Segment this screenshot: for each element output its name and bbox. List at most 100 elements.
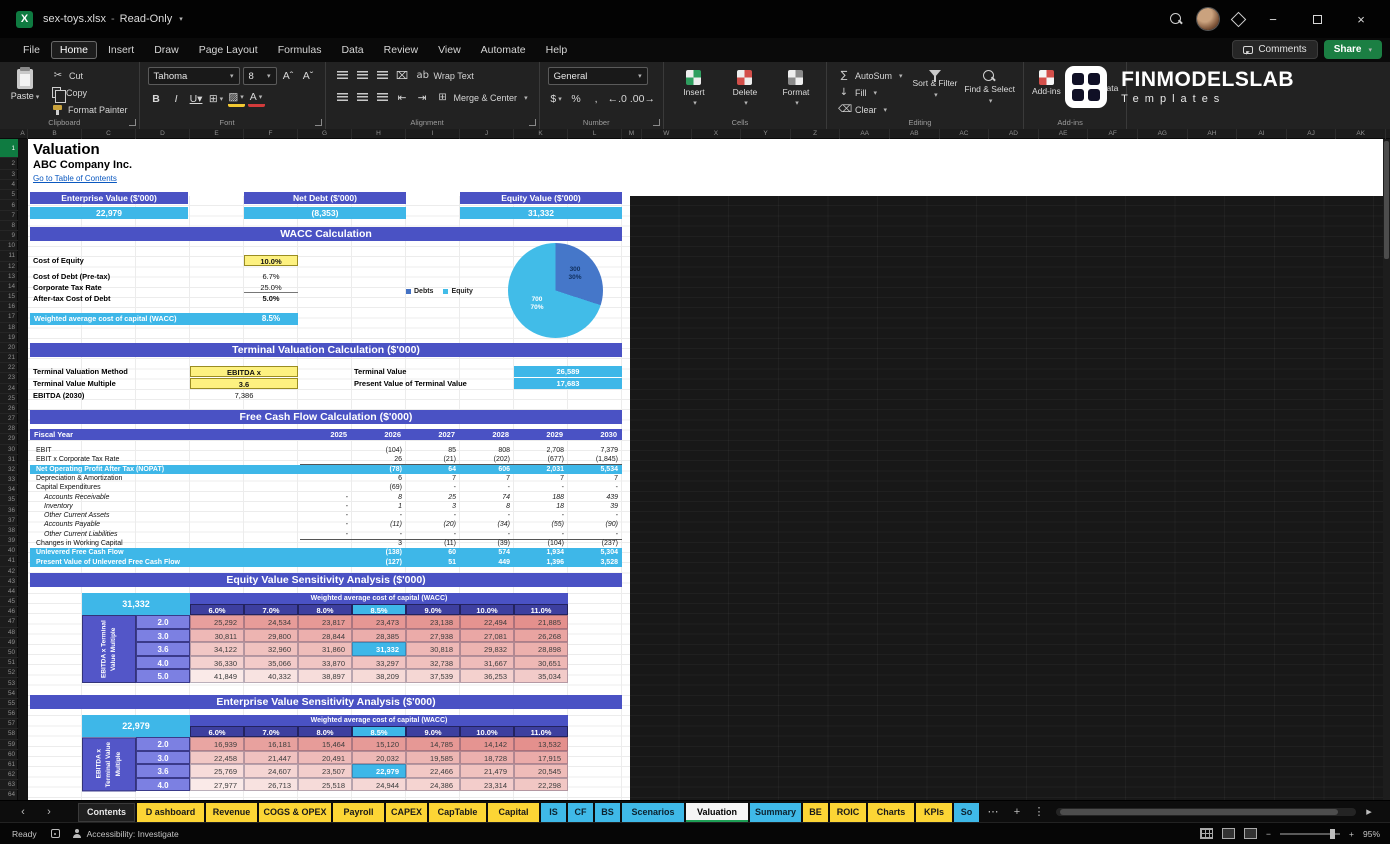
equity-sens-cell[interactable]: 34,122: [190, 642, 244, 656]
tabbar-menu-icon[interactable]: ⋮: [1030, 803, 1048, 822]
equity-sens-cell[interactable]: 36,330: [190, 656, 244, 670]
fcf-value[interactable]: (90): [570, 520, 618, 529]
fcf-value[interactable]: -: [408, 511, 456, 520]
enterprise-sens-cell[interactable]: 17,915: [514, 751, 568, 765]
enterprise-sens-cell[interactable]: 22,458: [190, 751, 244, 765]
enterprise-sens-cell[interactable]: 22,298: [514, 778, 568, 792]
equity-sens-cell[interactable]: 31,332: [352, 642, 406, 656]
equity-sens-cell[interactable]: 21,885: [514, 615, 568, 629]
fcf-value[interactable]: 3,528: [570, 558, 618, 567]
equity-sens-cell[interactable]: 31,667: [460, 656, 514, 670]
fcf-value[interactable]: (104): [354, 446, 402, 455]
tabs-scroll-left-icon[interactable]: ‹: [14, 803, 32, 822]
enterprise-sens-cell[interactable]: 21,447: [244, 751, 298, 765]
equity-sens-cell[interactable]: 30,811: [190, 629, 244, 643]
equity-sens-cell[interactable]: 32,738: [406, 656, 460, 670]
fcf-value[interactable]: 7: [462, 474, 510, 483]
enterprise-sens-cell[interactable]: 20,545: [514, 764, 568, 778]
fcf-value[interactable]: 1: [354, 502, 402, 511]
fcf-value[interactable]: (34): [462, 520, 510, 529]
equity-sens-cell[interactable]: 41,849: [190, 669, 244, 683]
sheet-tab-cogs-opex[interactable]: COGS & OPEX: [259, 803, 331, 822]
enterprise-sens-cell[interactable]: 21,479: [460, 764, 514, 778]
equity-sens-cell[interactable]: 38,209: [352, 669, 406, 683]
terminal-value-present-value-of-terminal-value[interactable]: 17,683: [514, 378, 622, 389]
fcf-value[interactable]: (69): [354, 483, 402, 492]
fcf-value[interactable]: 74: [462, 493, 510, 502]
enterprise-sens-cell[interactable]: 22,979: [352, 764, 406, 778]
equity-sens-cell[interactable]: 36,253: [460, 669, 514, 683]
wacc-value-cost-of-debt-pre-tax[interactable]: 6.7%: [244, 271, 298, 282]
sheet-tab-revenue[interactable]: Revenue: [206, 803, 257, 822]
fcf-value[interactable]: -: [300, 520, 348, 529]
fcf-value[interactable]: 7,379: [570, 446, 618, 455]
normal-view-button[interactable]: [1200, 828, 1213, 839]
wacc-pie-chart[interactable]: [508, 243, 603, 338]
fcf-value[interactable]: 3: [354, 539, 402, 548]
new-sheet-button[interactable]: +: [1008, 803, 1026, 822]
tabs-overflow-icon[interactable]: ⋯: [984, 803, 1002, 822]
fcf-value[interactable]: 2,708: [516, 446, 564, 455]
fcf-value[interactable]: 51: [408, 558, 456, 567]
enterprise-sens-cell[interactable]: 20,491: [298, 751, 352, 765]
enterprise-sens-cell[interactable]: 27,977: [190, 778, 244, 792]
fcf-value[interactable]: 574: [462, 548, 510, 557]
equity-sens-cell[interactable]: 28,844: [298, 629, 352, 643]
fcf-value[interactable]: (20): [408, 520, 456, 529]
sheet-tab-contents[interactable]: Contents: [78, 803, 135, 822]
sheet-tab-valuation[interactable]: Valuation: [686, 803, 748, 822]
enterprise-sens-cell[interactable]: 24,386: [406, 778, 460, 792]
enterprise-sens-cell[interactable]: 15,120: [352, 737, 406, 751]
fcf-value[interactable]: 8: [354, 493, 402, 502]
fcf-value[interactable]: 808: [462, 446, 510, 455]
sheet-tab-d-ashboard[interactable]: D ashboard: [137, 803, 204, 822]
fcf-value[interactable]: (11): [408, 539, 456, 548]
enterprise-sens-cell[interactable]: 22,466: [406, 764, 460, 778]
fcf-value[interactable]: -: [300, 511, 348, 520]
fcf-value[interactable]: (78): [354, 465, 402, 474]
fcf-value[interactable]: 439: [570, 493, 618, 502]
enterprise-sens-cell[interactable]: 24,944: [352, 778, 406, 792]
fcf-value[interactable]: -: [300, 502, 348, 511]
fcf-value[interactable]: -: [516, 483, 564, 492]
equity-sens-cell[interactable]: 33,870: [298, 656, 352, 670]
toc-link[interactable]: Go to Table of Contents: [33, 174, 117, 183]
equity-sens-cell[interactable]: 28,385: [352, 629, 406, 643]
zoom-out-button[interactable]: −: [1266, 829, 1271, 839]
page-layout-view-button[interactable]: [1222, 828, 1235, 839]
enterprise-sens-cell[interactable]: 23,507: [298, 764, 352, 778]
enterprise-sens-cell[interactable]: 24,607: [244, 764, 298, 778]
enterprise-sens-cell[interactable]: 14,142: [460, 737, 514, 751]
enterprise-sens-cell[interactable]: 14,785: [406, 737, 460, 751]
fcf-value[interactable]: 188: [516, 493, 564, 502]
summary-value-net-debt-000[interactable]: (8,353): [244, 207, 406, 219]
enterprise-sens-cell[interactable]: 18,728: [460, 751, 514, 765]
enterprise-sens-cell[interactable]: 16,939: [190, 737, 244, 751]
summary-value-equity-value-000[interactable]: 31,332: [460, 207, 622, 219]
wacc-value-corporate-tax-rate[interactable]: 25.0%: [244, 282, 298, 293]
equity-sens-cell[interactable]: 27,938: [406, 629, 460, 643]
fcf-value[interactable]: -: [570, 483, 618, 492]
fcf-value[interactable]: (138): [354, 548, 402, 557]
fcf-value[interactable]: 7: [408, 474, 456, 483]
zoom-level[interactable]: 95%: [1363, 829, 1380, 839]
fcf-value[interactable]: 7: [570, 474, 618, 483]
fcf-value[interactable]: 39: [570, 502, 618, 511]
sheet-tab-capital[interactable]: Capital: [488, 803, 539, 822]
fcf-value[interactable]: 1,396: [516, 558, 564, 567]
fcf-value[interactable]: 8: [462, 502, 510, 511]
fcf-value[interactable]: 606: [462, 465, 510, 474]
fcf-value[interactable]: -: [462, 511, 510, 520]
sheet-tab-charts[interactable]: Charts: [868, 803, 914, 822]
fcf-value[interactable]: 6: [354, 474, 402, 483]
equity-sens-cell[interactable]: 35,066: [244, 656, 298, 670]
equity-sens-cell[interactable]: 38,897: [298, 669, 352, 683]
fcf-value[interactable]: 1,934: [516, 548, 564, 557]
equity-sens-cell[interactable]: 40,332: [244, 669, 298, 683]
sheet-tab-capex[interactable]: CAPEX: [386, 803, 427, 822]
equity-sens-cell[interactable]: 35,034: [514, 669, 568, 683]
sheet-tab-kpis[interactable]: KPIs: [916, 803, 952, 822]
status-accessibility[interactable]: Accessibility: Investigate: [87, 829, 179, 839]
sheet-tab-scenarios[interactable]: Scenarios: [622, 803, 684, 822]
fcf-value[interactable]: 64: [408, 465, 456, 474]
